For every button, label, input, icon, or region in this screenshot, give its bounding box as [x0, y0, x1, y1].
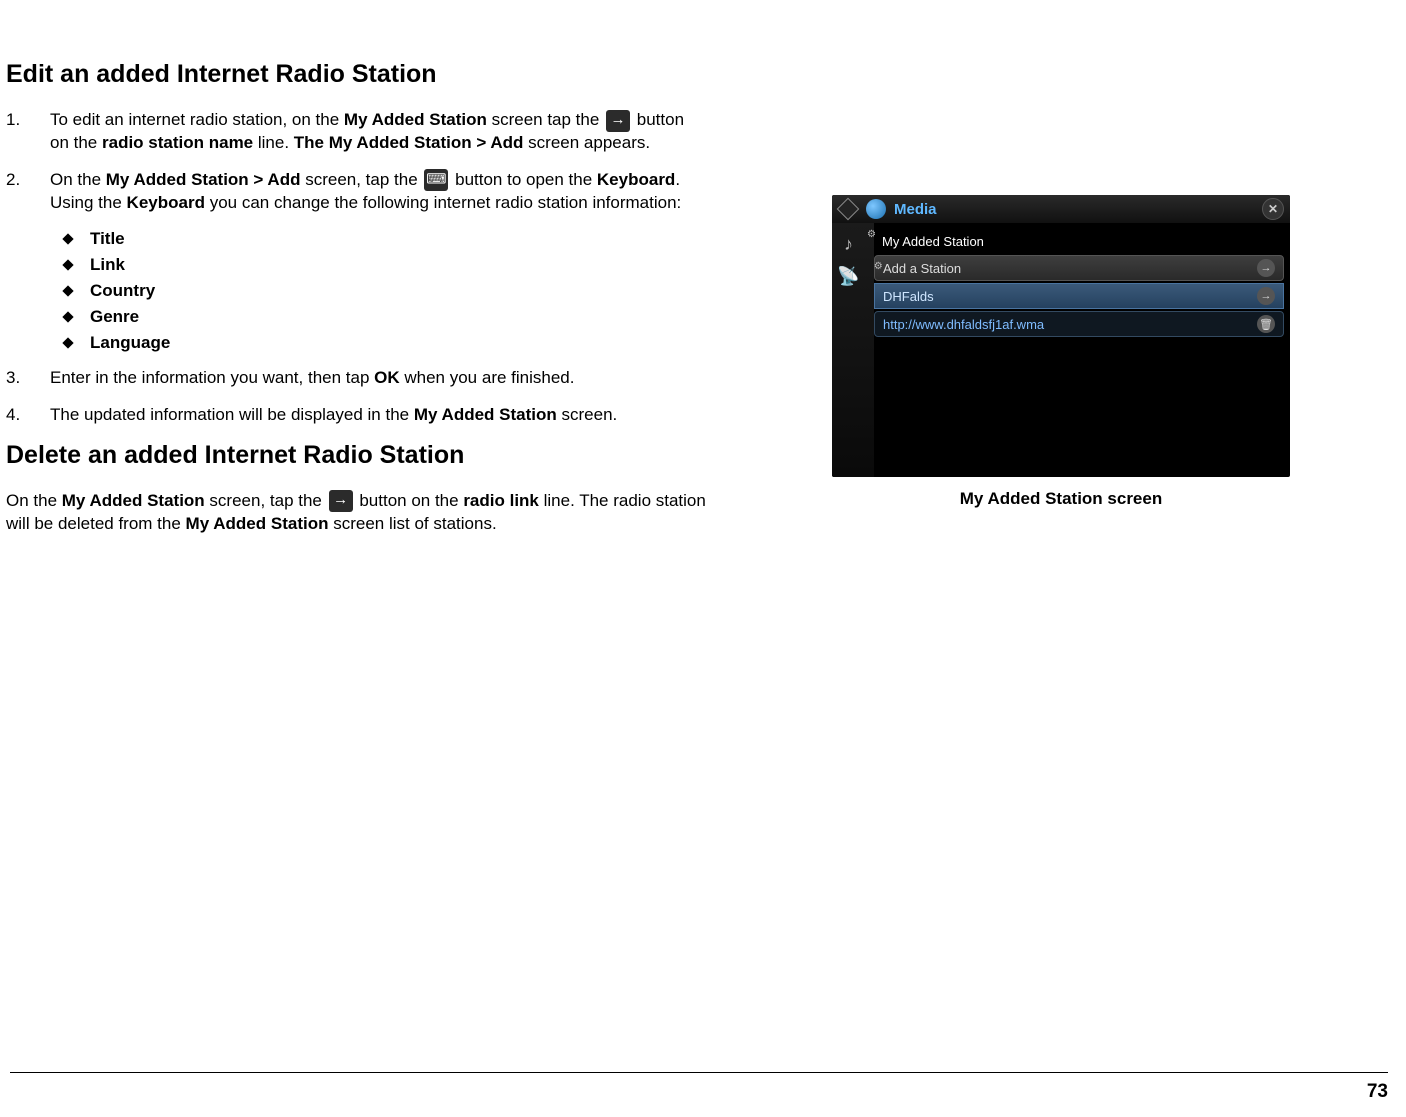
- delete-paragraph: On the My Added Station screen, tap the …: [6, 490, 706, 536]
- step-3: 3. Enter in the information you want, th…: [6, 367, 706, 390]
- station-row[interactable]: DHFalds →: [874, 283, 1284, 309]
- footer-rule: [10, 1072, 1388, 1073]
- field-label: Link: [90, 255, 125, 275]
- text: line.: [253, 133, 294, 152]
- left-column: Edit an added Internet Radio Station 1. …: [6, 50, 726, 550]
- text: screen.: [557, 405, 617, 424]
- text: button on the: [355, 491, 464, 510]
- step-number: 1.: [6, 109, 50, 155]
- add-station-row[interactable]: Add a Station →: [874, 255, 1284, 281]
- text: screen tap the: [487, 110, 604, 129]
- bullet-diamond-icon: [62, 311, 73, 322]
- step-body: On the My Added Station > Add screen, ta…: [50, 169, 706, 215]
- arrow-right-icon[interactable]: →: [1257, 259, 1275, 277]
- right-column: Media ✕ ♪⚙ 📡⚙ My Added Station Add a Sta…: [726, 50, 1396, 550]
- step-2: 2. On the My Added Station > Add screen,…: [6, 169, 706, 215]
- text: screen appears.: [523, 133, 650, 152]
- keyboard-icon: [424, 169, 448, 191]
- bold-text: My Added Station: [344, 110, 487, 129]
- radio-settings-icon[interactable]: 📡⚙: [838, 261, 868, 291]
- bold-text: Keyboard: [127, 193, 205, 212]
- bullet-diamond-icon: [62, 233, 73, 244]
- field-label: Language: [90, 333, 170, 353]
- section-heading-delete: Delete an added Internet Radio Station: [6, 441, 706, 470]
- bold-text: My Added Station: [414, 405, 557, 424]
- bold-text: The My Added Station > Add: [294, 133, 524, 152]
- step-number: 4.: [6, 404, 50, 427]
- screenshot-main: My Added Station Add a Station → DHFalds →…: [874, 223, 1290, 477]
- text: screen, tap the: [300, 170, 422, 189]
- text: To edit an internet radio station, on th…: [50, 110, 344, 129]
- screenshot-title: Media: [894, 201, 937, 218]
- row-label: http://www.dhfaldsfj1af.wma: [883, 317, 1044, 332]
- text: screen, tap the: [205, 491, 327, 510]
- text: screen list of stations.: [328, 514, 496, 533]
- arrow-right-icon: [329, 490, 353, 512]
- music-settings-icon[interactable]: ♪⚙: [838, 229, 868, 259]
- field-label: Genre: [90, 307, 139, 327]
- list-header: My Added Station: [874, 229, 1284, 253]
- field-item: Link: [64, 255, 706, 275]
- screenshot-titlebar: Media ✕: [832, 195, 1290, 223]
- page-number: 73: [1367, 1081, 1388, 1103]
- device-screenshot: Media ✕ ♪⚙ 📡⚙ My Added Station Add a Sta…: [832, 195, 1290, 477]
- step-number: 2.: [6, 169, 50, 215]
- close-icon[interactable]: ✕: [1262, 198, 1284, 220]
- media-disc-icon: [866, 199, 886, 219]
- row-label: Add a Station: [883, 261, 961, 276]
- text: you can change the following internet ra…: [205, 193, 681, 212]
- field-item: Title: [64, 229, 706, 249]
- field-item: Country: [64, 281, 706, 301]
- text: button to open the: [450, 170, 597, 189]
- field-list: Title Link Country Genre Language: [64, 229, 706, 353]
- text: On the: [50, 170, 106, 189]
- step-number: 3.: [6, 367, 50, 390]
- nav-diamond-icon[interactable]: [837, 198, 860, 221]
- step-4: 4. The updated information will be displ…: [6, 404, 706, 427]
- bold-text: radio station name: [102, 133, 253, 152]
- bold-text: My Added Station: [186, 514, 329, 533]
- field-item: Genre: [64, 307, 706, 327]
- screenshot-sidebar: ♪⚙ 📡⚙: [832, 223, 874, 477]
- text: Enter in the information you want, then …: [50, 368, 374, 387]
- section-heading-edit: Edit an added Internet Radio Station: [6, 60, 706, 89]
- text: On the: [6, 491, 62, 510]
- list-header-text: My Added Station: [882, 234, 984, 249]
- bullet-diamond-icon: [62, 259, 73, 270]
- delete-icon[interactable]: 🗑: [1257, 315, 1275, 333]
- bold-text: OK: [374, 368, 400, 387]
- bold-text: My Added Station > Add: [106, 170, 301, 189]
- arrow-right-icon[interactable]: →: [1257, 287, 1275, 305]
- bullet-diamond-icon: [62, 285, 73, 296]
- step-body: Enter in the information you want, then …: [50, 367, 706, 390]
- bold-text: Keyboard: [597, 170, 675, 189]
- bold-text: radio link: [463, 491, 539, 510]
- field-label: Country: [90, 281, 155, 301]
- text: The updated information will be displaye…: [50, 405, 414, 424]
- row-label: DHFalds: [883, 289, 934, 304]
- station-link-row[interactable]: http://www.dhfaldsfj1af.wma 🗑: [874, 311, 1284, 337]
- arrow-right-icon: [606, 110, 630, 132]
- bullet-diamond-icon: [62, 337, 73, 348]
- screenshot-caption: My Added Station screen: [726, 489, 1396, 509]
- step-body: The updated information will be displaye…: [50, 404, 706, 427]
- field-item: Language: [64, 333, 706, 353]
- field-label: Title: [90, 229, 125, 249]
- step-body: To edit an internet radio station, on th…: [50, 109, 706, 155]
- text: when you are finished.: [400, 368, 575, 387]
- step-1: 1. To edit an internet radio station, on…: [6, 109, 706, 155]
- bold-text: My Added Station: [62, 491, 205, 510]
